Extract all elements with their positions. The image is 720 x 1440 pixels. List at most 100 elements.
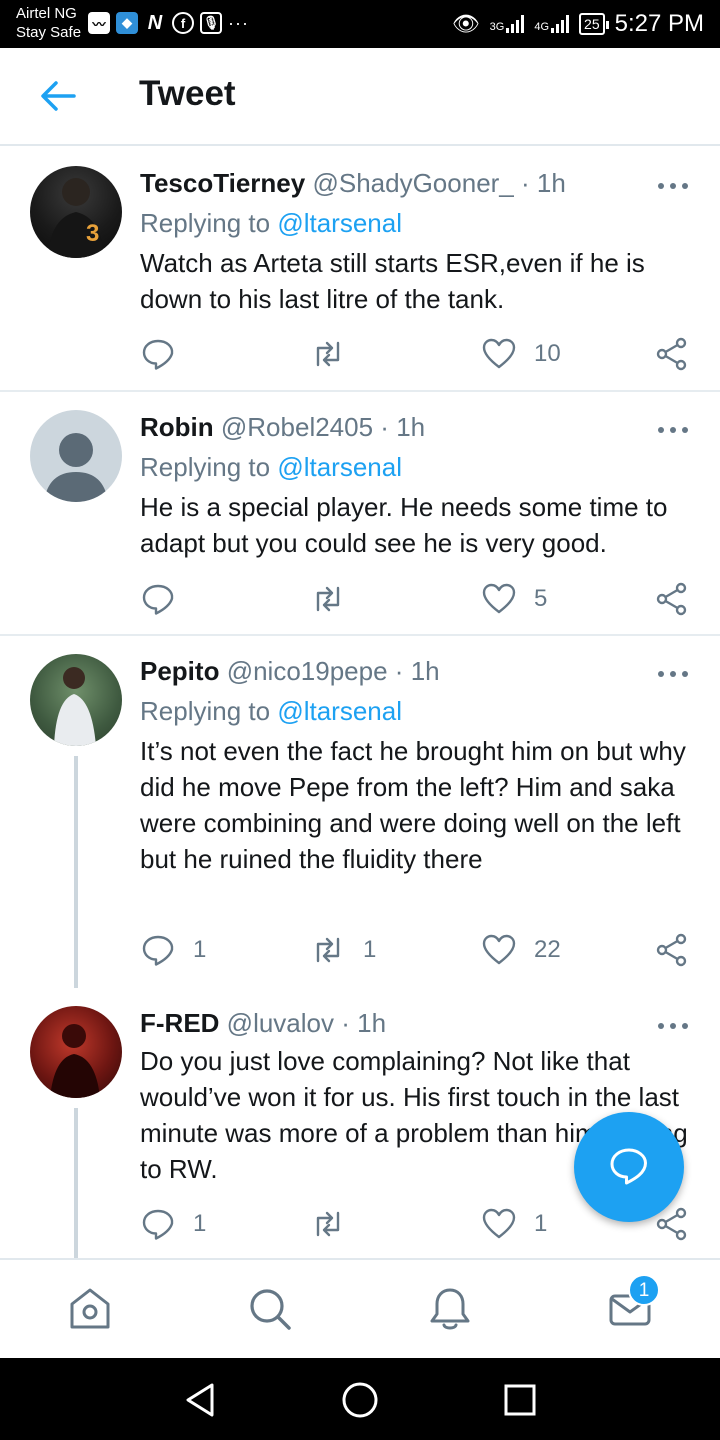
share-icon xyxy=(656,933,687,967)
tweet-header: Robin @Robel2405 · 1h xyxy=(140,412,425,443)
retweet-icon xyxy=(316,586,340,612)
tweet-item[interactable]: Robin @Robel2405 · 1h Replying to @ltars… xyxy=(0,392,720,636)
like-icon xyxy=(482,934,516,965)
carrier-sub: Stay Safe xyxy=(16,24,82,41)
author-name[interactable]: Pepito xyxy=(140,656,219,686)
share-button[interactable] xyxy=(655,932,689,968)
author-handle[interactable]: @ShadyGooner_ xyxy=(312,168,513,198)
retweet-icon xyxy=(316,1211,340,1237)
tweet-actions: 5 xyxy=(0,581,720,617)
tweet-header: F-RED @luvalov · 1h xyxy=(140,1008,386,1039)
retweet-button[interactable]: 1 xyxy=(311,932,376,968)
tweet-text: It’s not even the fact he brought him on… xyxy=(140,736,686,874)
reply-button[interactable] xyxy=(141,581,193,617)
like-icon xyxy=(482,1208,516,1239)
retweet-button[interactable] xyxy=(311,581,363,617)
author-handle[interactable]: @Robel2405 xyxy=(221,412,373,442)
like-button[interactable]: 5 xyxy=(482,581,547,617)
author-name[interactable]: Robin xyxy=(140,412,214,442)
battery-indicator: 25 xyxy=(579,13,609,35)
author-handle[interactable]: @luvalov xyxy=(227,1008,334,1038)
svg-text:3: 3 xyxy=(86,220,99,247)
tweet-item[interactable]: 3 TescoTierney @ShadyGooner_ · 1h Replyi… xyxy=(0,148,720,392)
compose-icon xyxy=(610,1148,647,1185)
signal-bars-icon xyxy=(506,15,525,33)
reply-icon xyxy=(142,1209,174,1240)
activity-icon: 〰 xyxy=(88,12,110,34)
back-triangle-icon[interactable] xyxy=(180,1380,220,1420)
replying-to: Replying to @ltarsenal xyxy=(140,696,402,727)
replying-label: Replying to xyxy=(140,208,271,238)
network-4g: 4G xyxy=(534,15,570,33)
home-circle-icon[interactable] xyxy=(340,1380,380,1420)
separator-dot: · xyxy=(521,168,530,198)
more-notifications-icon: ··· xyxy=(228,12,249,33)
avatar-image xyxy=(50,1024,100,1098)
tweet-header: TescoTierney @ShadyGooner_ · 1h xyxy=(140,168,566,199)
author-handle[interactable]: @nico19pepe xyxy=(227,656,388,686)
like-button[interactable]: 10 xyxy=(482,336,561,372)
like-icon xyxy=(482,583,516,614)
tweet-header: Pepito @nico19pepe · 1h xyxy=(140,656,440,687)
avatar[interactable] xyxy=(30,654,122,746)
like-icon xyxy=(482,338,516,369)
replying-label: Replying to xyxy=(140,696,271,726)
replying-to: Replying to @ltarsenal xyxy=(140,452,402,483)
retweet-icon xyxy=(316,937,340,963)
compose-reply-button[interactable] xyxy=(574,1112,684,1222)
tweet-time: 1h xyxy=(357,1008,387,1038)
tweet-text: Watch as Arteta still starts ESR,even if… xyxy=(140,248,645,314)
recents-square-icon[interactable] xyxy=(500,1380,540,1420)
more-icon[interactable] xyxy=(658,1018,688,1032)
carrier-info: Airtel NG Stay Safe xyxy=(16,4,81,42)
author-name[interactable]: TescoTierney xyxy=(140,168,305,198)
mention-link[interactable]: @ltarsenal xyxy=(277,452,402,482)
top-app-bar: Tweet xyxy=(0,48,720,146)
retweet-icon xyxy=(316,341,340,367)
eye-comfort-icon: 👁︎ xyxy=(451,11,480,36)
more-icon[interactable] xyxy=(658,666,688,680)
notification-icons: 〰 ◆ N f 🎙︎ ··· xyxy=(88,12,249,34)
system-indicators: 👁︎ 3G 4G 25 5:27 PM xyxy=(452,10,704,38)
separator-dot: · xyxy=(380,412,389,442)
reply-button[interactable]: 1 xyxy=(141,1206,206,1242)
author-name[interactable]: F-RED xyxy=(140,1008,219,1038)
avatar[interactable]: 3 xyxy=(30,166,122,258)
clock: 5:27 PM xyxy=(614,10,704,37)
reply-button[interactable] xyxy=(141,336,193,372)
facebook-icon: f xyxy=(172,12,194,34)
mention-link[interactable]: @ltarsenal xyxy=(277,696,402,726)
share-button[interactable] xyxy=(655,336,689,372)
messages-badge: 1 xyxy=(628,1274,660,1306)
tweet-time: 1h xyxy=(396,412,426,442)
avatar[interactable] xyxy=(30,1006,122,1098)
network-3g: 3G xyxy=(490,15,525,33)
share-icon xyxy=(656,337,687,371)
like-button[interactable]: 22 xyxy=(482,932,561,968)
notifications-icon[interactable] xyxy=(425,1284,475,1334)
mention-link[interactable]: @ltarsenal xyxy=(277,208,402,238)
separator-dot: · xyxy=(394,656,404,686)
share-icon xyxy=(656,582,687,616)
status-bar: Airtel NG Stay Safe 〰 ◆ N f 🎙︎ ··· 👁︎ 3G… xyxy=(0,0,720,48)
tweet-actions: 10 xyxy=(0,336,720,372)
replying-to: Replying to @ltarsenal xyxy=(140,208,402,239)
retweet-button[interactable] xyxy=(311,1206,363,1242)
carrier-name: Airtel NG xyxy=(16,5,77,22)
avatar[interactable] xyxy=(30,410,122,502)
search-icon[interactable] xyxy=(245,1284,295,1334)
back-arrow-icon[interactable] xyxy=(40,80,76,112)
system-navigation-bar xyxy=(0,1358,720,1440)
reply-button[interactable]: 1 xyxy=(141,932,206,968)
signal-bars-icon xyxy=(551,15,570,33)
retweet-button[interactable] xyxy=(311,336,363,372)
home-icon[interactable] xyxy=(65,1284,115,1334)
tweet-item[interactable]: Pepito @nico19pepe · 1h Replying to @lta… xyxy=(0,636,720,988)
more-icon[interactable] xyxy=(658,178,688,192)
tweet-time: 1h xyxy=(536,168,566,198)
share-button[interactable] xyxy=(655,581,689,617)
like-button[interactable]: 1 xyxy=(482,1206,547,1242)
reply-icon xyxy=(142,935,174,966)
more-icon[interactable] xyxy=(658,422,688,436)
n-app-icon: N xyxy=(147,11,163,34)
